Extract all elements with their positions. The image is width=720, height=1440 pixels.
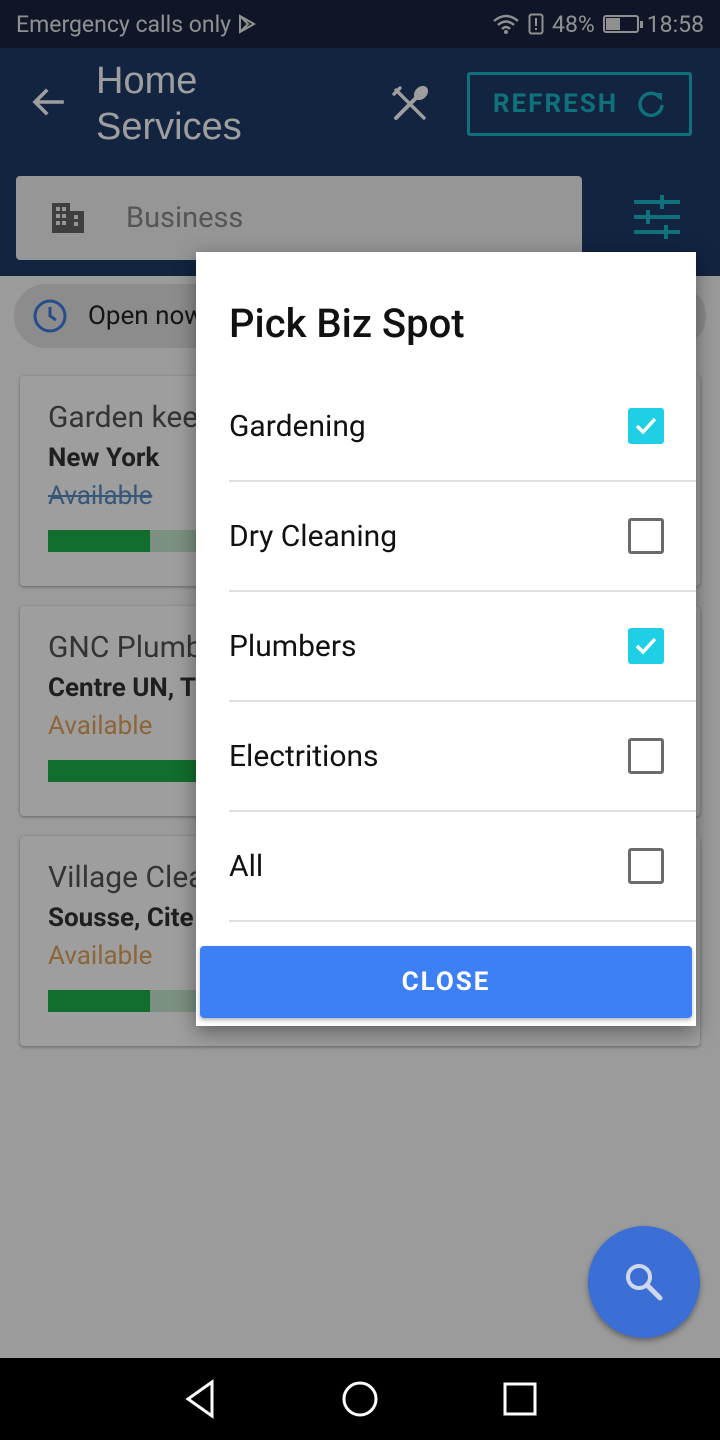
nav-home-icon[interactable]	[337, 1376, 383, 1422]
close-button[interactable]: CLOSE	[200, 946, 692, 1018]
system-nav-bar	[0, 1358, 720, 1440]
dialog-title: Pick Biz Spot	[229, 300, 465, 347]
option-all[interactable]: All	[229, 812, 696, 922]
option-checkbox[interactable]	[628, 518, 664, 554]
nav-back-icon[interactable]	[178, 1376, 224, 1422]
option-label: Plumbers	[229, 628, 357, 664]
nav-recents-icon[interactable]	[497, 1376, 543, 1422]
check-icon	[635, 637, 657, 655]
option-checkbox[interactable]	[628, 738, 664, 774]
option-label: Electritions	[229, 738, 379, 774]
option-electritions[interactable]: Electritions	[229, 702, 696, 812]
pick-biz-spot-dialog: Pick Biz Spot Gardening Dry Cleaning Plu…	[196, 252, 696, 1026]
option-dry-cleaning[interactable]: Dry Cleaning	[229, 482, 696, 592]
option-plumbers[interactable]: Plumbers	[229, 592, 696, 702]
option-label: Dry Cleaning	[229, 518, 398, 554]
search-fab-button[interactable]	[588, 1226, 700, 1338]
check-icon	[635, 417, 657, 435]
option-label: All	[229, 848, 264, 884]
option-gardening[interactable]: Gardening	[229, 372, 696, 482]
option-checkbox[interactable]	[628, 848, 664, 884]
search-icon	[626, 1264, 663, 1301]
option-checkbox[interactable]	[628, 408, 664, 444]
option-checkbox[interactable]	[628, 628, 664, 664]
option-label: Gardening	[229, 408, 366, 444]
